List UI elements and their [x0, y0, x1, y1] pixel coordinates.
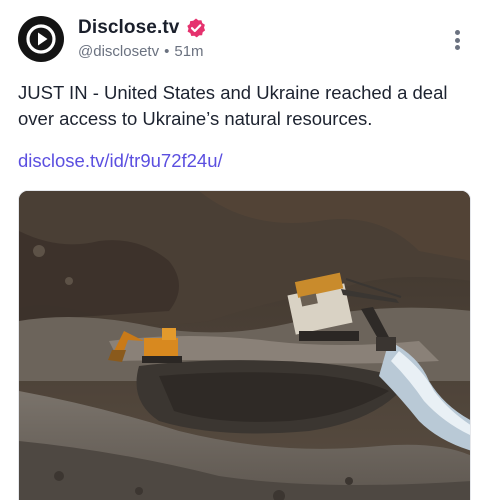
- post-meta: @disclosetv • 51m: [78, 41, 204, 61]
- avatar[interactable]: [18, 16, 64, 62]
- author-handle[interactable]: @disclosetv: [78, 43, 159, 60]
- post-link[interactable]: disclose.tv/id/tr9u72f24u/: [18, 148, 223, 174]
- post-text: JUST IN - United States and Ukraine reac…: [18, 82, 448, 129]
- meta-separator: •: [164, 42, 170, 60]
- mine-photo: [19, 191, 470, 500]
- author-row: Disclose.tv: [78, 15, 207, 41]
- verified-badge-icon: [185, 17, 207, 39]
- play-logo-icon: [26, 24, 56, 54]
- author-name[interactable]: Disclose.tv: [78, 17, 179, 39]
- post-time[interactable]: 51m: [174, 43, 203, 60]
- more-vertical-icon: [454, 30, 460, 35]
- more-options-button[interactable]: [449, 28, 465, 52]
- post-image[interactable]: [18, 190, 471, 500]
